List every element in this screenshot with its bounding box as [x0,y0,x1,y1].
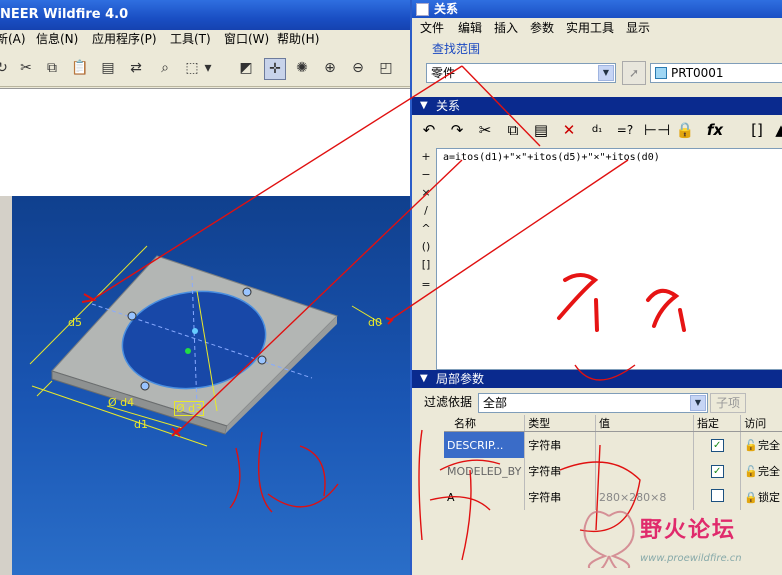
watermark-url: www.proewildfire.cn [640,553,742,564]
watermark-butterfly-icon [583,510,635,568]
watermark-text: 野火论坛 [640,518,737,543]
annotation-overlay [81,65,686,561]
